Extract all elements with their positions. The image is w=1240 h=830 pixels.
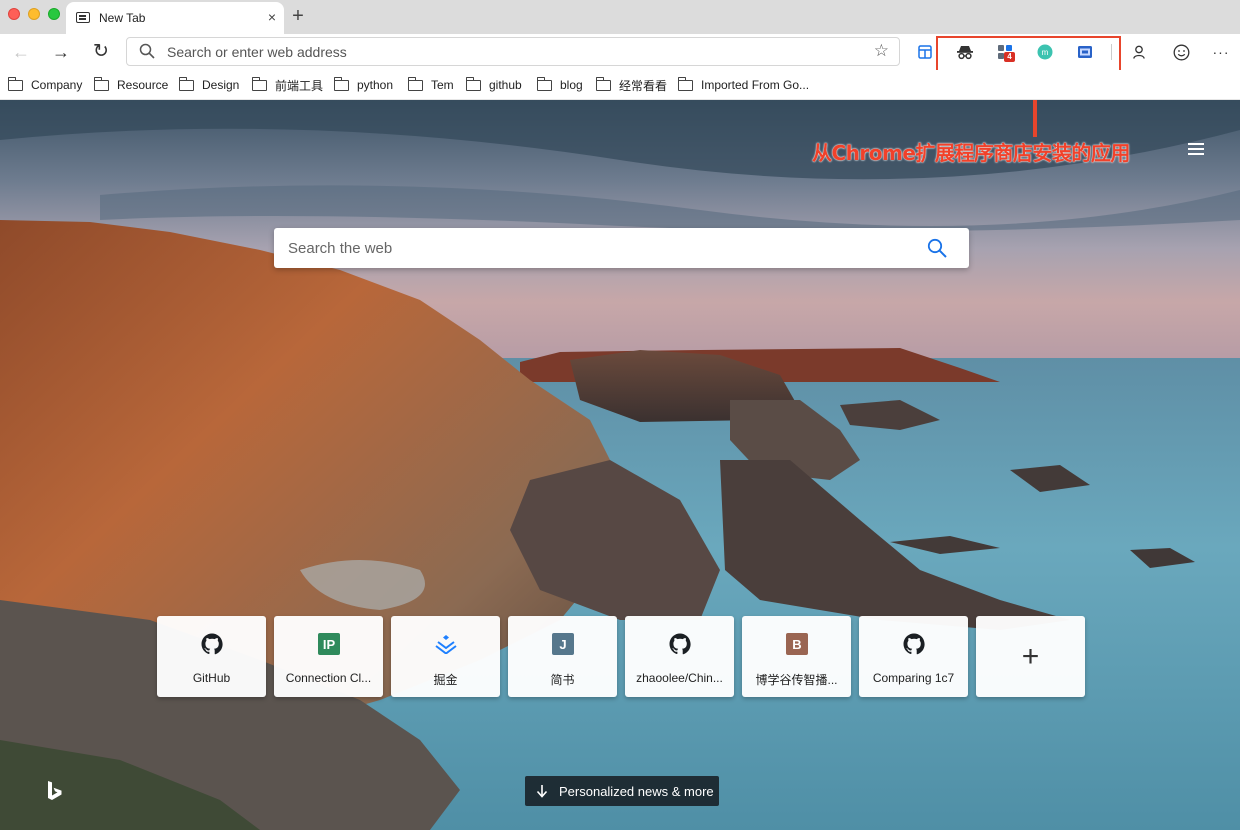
new-tab-page-icon — [76, 12, 90, 23]
tab-new-tab[interactable]: New Tab × — [66, 2, 284, 34]
bookmark-folder[interactable]: Resource — [93, 76, 169, 94]
bookmark-label: Tem — [431, 78, 454, 92]
folder-icon — [595, 76, 611, 91]
web-search-input[interactable] — [288, 228, 908, 268]
window-zoom-button[interactable] — [48, 8, 60, 20]
quick-link-label: 掘金 — [433, 673, 458, 687]
forward-button[interactable]: → — [49, 40, 73, 64]
window-close-button[interactable] — [8, 8, 20, 20]
incognito-extension-icon[interactable] — [953, 40, 977, 64]
bookmark-label: blog — [560, 78, 583, 92]
feedback-smiley-icon[interactable] — [1169, 40, 1193, 64]
folder-icon — [407, 76, 423, 91]
bookmark-folder[interactable]: Imported From Go... — [677, 76, 810, 94]
quick-link-label: zhaoolee/Chin... — [636, 671, 723, 685]
back-button[interactable]: ← — [9, 40, 33, 64]
quick-link-label: 简书 — [550, 673, 575, 687]
bookmark-label: 前端工具 — [275, 78, 324, 93]
quick-link-label: Comparing 1c7 — [872, 671, 955, 685]
plus-icon: + — [1021, 640, 1040, 673]
quick-link-label: GitHub — [192, 671, 231, 685]
github-icon — [200, 632, 224, 656]
bookmark-folder[interactable]: Design — [178, 76, 240, 94]
bookmark-label: Company — [31, 78, 83, 92]
quick-link-tile[interactable]: IP Connection Cl... — [274, 616, 383, 697]
folder-icon — [465, 76, 481, 91]
extension-badge: 4 — [1004, 52, 1015, 62]
more-menu-button[interactable]: ··· — [1209, 40, 1233, 64]
address-input[interactable] — [167, 38, 857, 65]
collections-icon[interactable] — [913, 40, 937, 64]
profile-icon[interactable] — [1127, 40, 1151, 64]
personalized-news-label: Personalized news & more — [559, 783, 714, 799]
folder-icon — [333, 76, 349, 91]
reload-button[interactable]: ↻ — [89, 40, 113, 64]
folder-icon — [251, 76, 267, 91]
svg-text:m: m — [1042, 48, 1049, 57]
bookmark-folder[interactable]: Tem — [407, 76, 454, 94]
folder-icon — [93, 76, 109, 91]
search-icon[interactable] — [927, 238, 947, 258]
quick-link-tile[interactable]: B 博学谷传智播... — [742, 616, 851, 697]
mint-extension-icon[interactable]: m — [1033, 40, 1057, 64]
folder-icon — [677, 76, 693, 91]
jianshu-letter-badge: J — [552, 633, 574, 655]
tab-close-icon[interactable]: × — [268, 9, 276, 25]
quick-link-tile[interactable]: J 简书 — [508, 616, 617, 697]
bookmark-folder[interactable]: python — [333, 76, 394, 94]
bookmark-label: 经常看看 — [619, 78, 668, 93]
screenshot-extension-icon[interactable] — [1073, 40, 1097, 64]
new-tab-page-background — [0, 100, 1240, 830]
bookmark-label: Design — [202, 78, 240, 92]
ip-icon: IP — [317, 632, 341, 656]
boxuegu-icon: B — [785, 632, 809, 656]
bookmark-label: Resource — [117, 78, 169, 92]
tab-strip: New Tab × + — [0, 0, 1240, 34]
tab-title: New Tab — [99, 11, 146, 25]
web-search-box[interactable] — [274, 228, 969, 268]
arrow-down-icon — [535, 784, 549, 798]
blocks-extension-icon[interactable]: 4 — [993, 40, 1017, 64]
quick-link-label: 博学谷传智播... — [755, 673, 838, 687]
personalized-news-button[interactable]: Personalized news & more — [525, 776, 719, 806]
ip-letter-badge: IP — [318, 633, 340, 655]
bookmark-label: Imported From Go... — [701, 78, 810, 92]
juejin-icon — [434, 632, 458, 656]
quick-link-tile[interactable]: GitHub — [157, 616, 266, 697]
add-quick-link-button[interactable]: + — [976, 616, 1085, 697]
search-icon — [139, 43, 155, 59]
annotation-arrow — [1033, 100, 1037, 137]
quick-link-tile[interactable]: 掘金 — [391, 616, 500, 697]
bookmark-folder[interactable]: Company — [7, 76, 83, 94]
bookmark-label: python — [357, 78, 394, 92]
window-minimize-button[interactable] — [28, 8, 40, 20]
new-tab-button[interactable]: + — [288, 4, 308, 28]
folder-icon — [536, 76, 552, 91]
favorite-star-icon[interactable]: ☆ — [874, 41, 889, 61]
page-settings-menu-icon[interactable] — [1188, 143, 1204, 155]
quick-link-tile[interactable]: Comparing 1c7 — [859, 616, 968, 697]
bookmark-label: github — [489, 78, 522, 92]
bookmarks-bar: Company Resource Design 前端工具 python Tem … — [0, 70, 1240, 100]
toolbar-divider — [1111, 44, 1112, 60]
annotation-label: 从Chrome扩展程序商店安装的应用 — [812, 141, 1130, 165]
github-icon — [668, 632, 692, 656]
address-bar[interactable]: ☆ — [126, 37, 900, 66]
bookmark-folder[interactable]: blog — [536, 76, 583, 94]
folder-icon — [178, 76, 194, 91]
bookmark-folder[interactable]: 经常看看 — [595, 76, 668, 94]
github-icon — [902, 632, 926, 656]
quick-link-label: Connection Cl... — [285, 671, 372, 685]
coastal-cliffs-background-image — [0, 100, 1240, 830]
quick-link-tile[interactable]: zhaoolee/Chin... — [625, 616, 734, 697]
folder-icon — [7, 76, 23, 91]
bookmark-folder[interactable]: 前端工具 — [251, 76, 324, 94]
jianshu-icon: J — [551, 632, 575, 656]
boxuegu-letter-badge: B — [786, 633, 808, 655]
toolbar: ← → ↻ ☆ — [0, 34, 1240, 74]
bookmark-folder[interactable]: github — [465, 76, 522, 94]
bing-logo-icon — [48, 781, 62, 800]
